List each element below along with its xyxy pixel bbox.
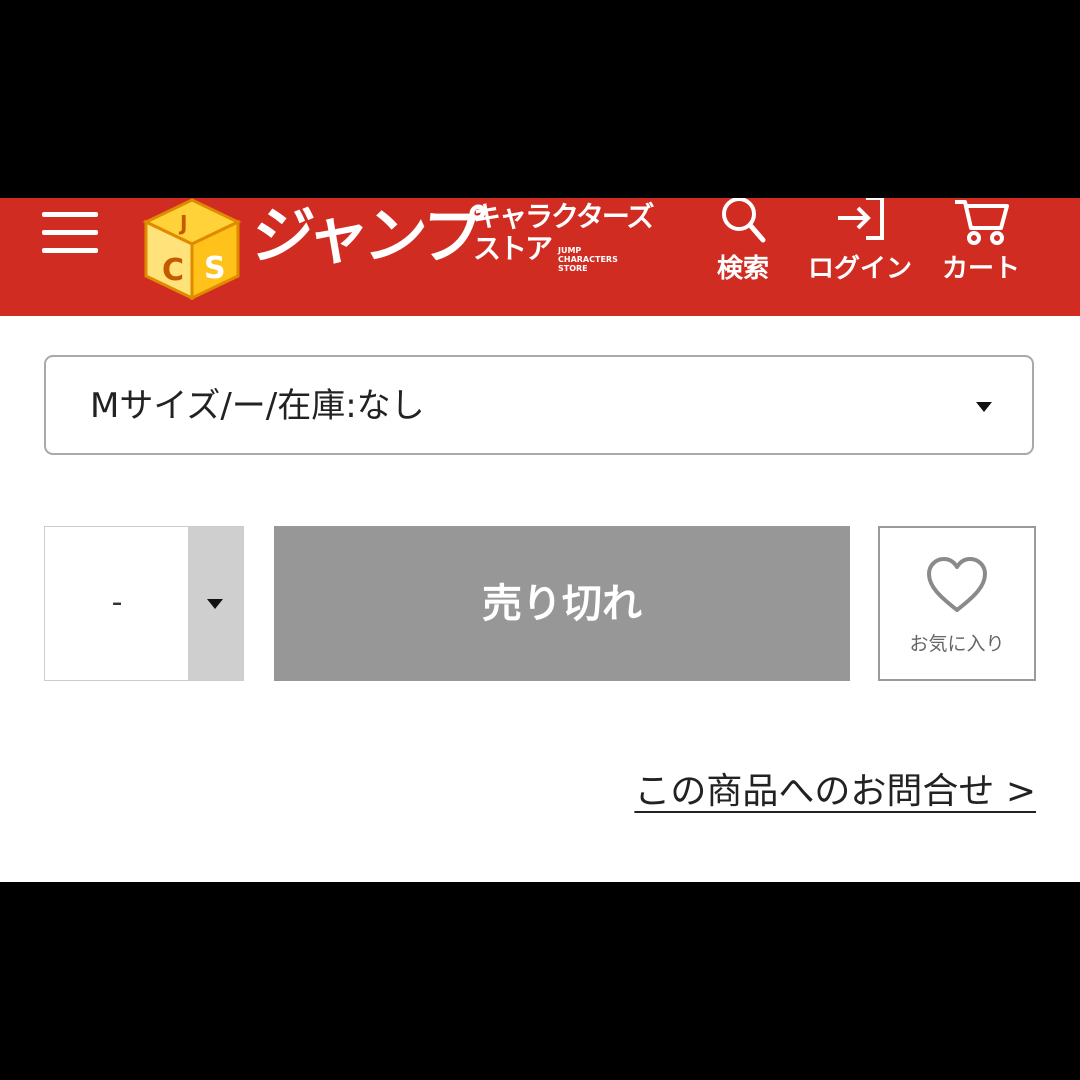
hamburger-menu-icon[interactable]	[42, 212, 98, 256]
login-icon	[838, 198, 884, 240]
variant-selected-value: Mサイズ/ー/在庫:なし	[90, 386, 425, 426]
svg-text:S: S	[204, 251, 226, 286]
nav-search-button[interactable]: 検索	[688, 198, 798, 308]
search-icon	[722, 198, 766, 243]
variant-select[interactable]: Mサイズ/ー/在庫:なし	[44, 355, 1034, 455]
page-content: C S J ジャンプ キャラクターズ ストア JUMP CHARACTERS S…	[0, 198, 1080, 882]
svg-text:C: C	[162, 253, 184, 288]
site-header: C S J ジャンプ キャラクターズ ストア JUMP CHARACTERS S…	[0, 198, 1080, 316]
soldout-button[interactable]: 売り切れ	[274, 526, 850, 681]
quantity-dropdown-toggle[interactable]	[188, 527, 243, 680]
chevron-down-icon	[976, 402, 992, 412]
letterbox-bottom	[0, 882, 1080, 1080]
logo-english-text: JUMP CHARACTERS STORE	[558, 246, 618, 273]
logo-sub-text-2: ストア	[473, 232, 553, 265]
chevron-down-icon	[207, 599, 223, 609]
nav-login-button[interactable]: ログイン	[804, 198, 916, 308]
heart-icon	[927, 557, 987, 612]
site-logo[interactable]: C S J ジャンプ キャラクターズ ストア JUMP CHARACTERS S…	[140, 198, 670, 308]
letterbox-top	[0, 0, 1080, 198]
logo-main-text: ジャンプ	[248, 199, 483, 272]
favorite-label: お気に入り	[909, 633, 1005, 655]
logo-cube-icon: C S J	[142, 198, 242, 301]
cart-icon	[955, 200, 1009, 245]
quantity-select[interactable]: -	[44, 526, 244, 681]
svg-text:J: J	[178, 211, 187, 235]
logo-sub-text-1: キャラクターズ	[473, 200, 654, 233]
nav-login-label: ログイン	[807, 254, 912, 284]
nav-search-label: 検索	[716, 254, 769, 284]
quantity-value: -	[111, 585, 123, 620]
nav-cart-label: カート	[941, 254, 1020, 284]
favorite-button[interactable]: お気に入り	[878, 526, 1036, 681]
product-inquiry-link[interactable]: この商品へのお問合せ >	[634, 768, 1036, 816]
nav-cart-button[interactable]: カート	[926, 198, 1036, 308]
